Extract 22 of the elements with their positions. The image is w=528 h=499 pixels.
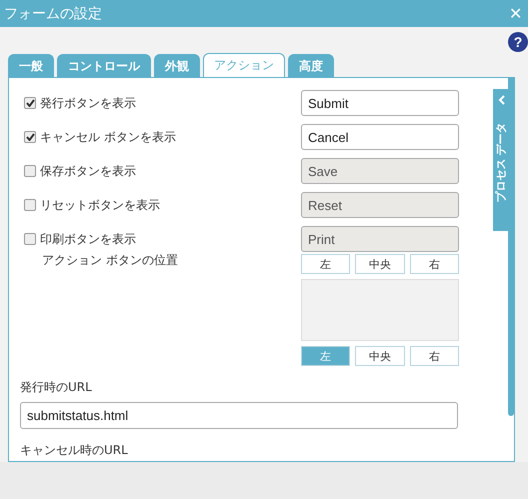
checkbox[interactable]: [24, 97, 36, 109]
scrollbar-thumb[interactable]: [508, 78, 514, 416]
checkbox-label: 保存ボタンを表示: [40, 162, 136, 180]
position-button[interactable]: 右: [410, 346, 459, 366]
button-text-field[interactable]: Submit: [301, 90, 459, 116]
field-label: キャンセル時のURL: [20, 442, 129, 458]
url-field[interactable]: submitstatus.html: [20, 402, 458, 429]
checkbox-label: キャンセル ボタンを表示: [40, 128, 176, 146]
position-button[interactable]: 中央: [355, 254, 405, 274]
position-label: アクション ボタンの位置: [42, 252, 179, 269]
button-text-field[interactable]: Cancel: [301, 124, 459, 150]
checkbox-label: リセットボタンを表示: [40, 196, 160, 214]
checkbox[interactable]: [24, 131, 36, 143]
window-title: フォームの設定: [4, 4, 102, 22]
position-button[interactable]: 左: [301, 254, 350, 274]
checkbox-label: 印刷ボタンを表示: [40, 230, 136, 248]
position-button[interactable]: 中央: [355, 346, 405, 366]
field-label: 発行時のURL: [20, 379, 93, 395]
position-button[interactable]: 右: [410, 254, 459, 274]
chevron-left-icon: [498, 95, 505, 105]
checkbox-label: 発行ボタンを表示: [40, 94, 136, 112]
help-button[interactable]: ?: [508, 32, 528, 52]
